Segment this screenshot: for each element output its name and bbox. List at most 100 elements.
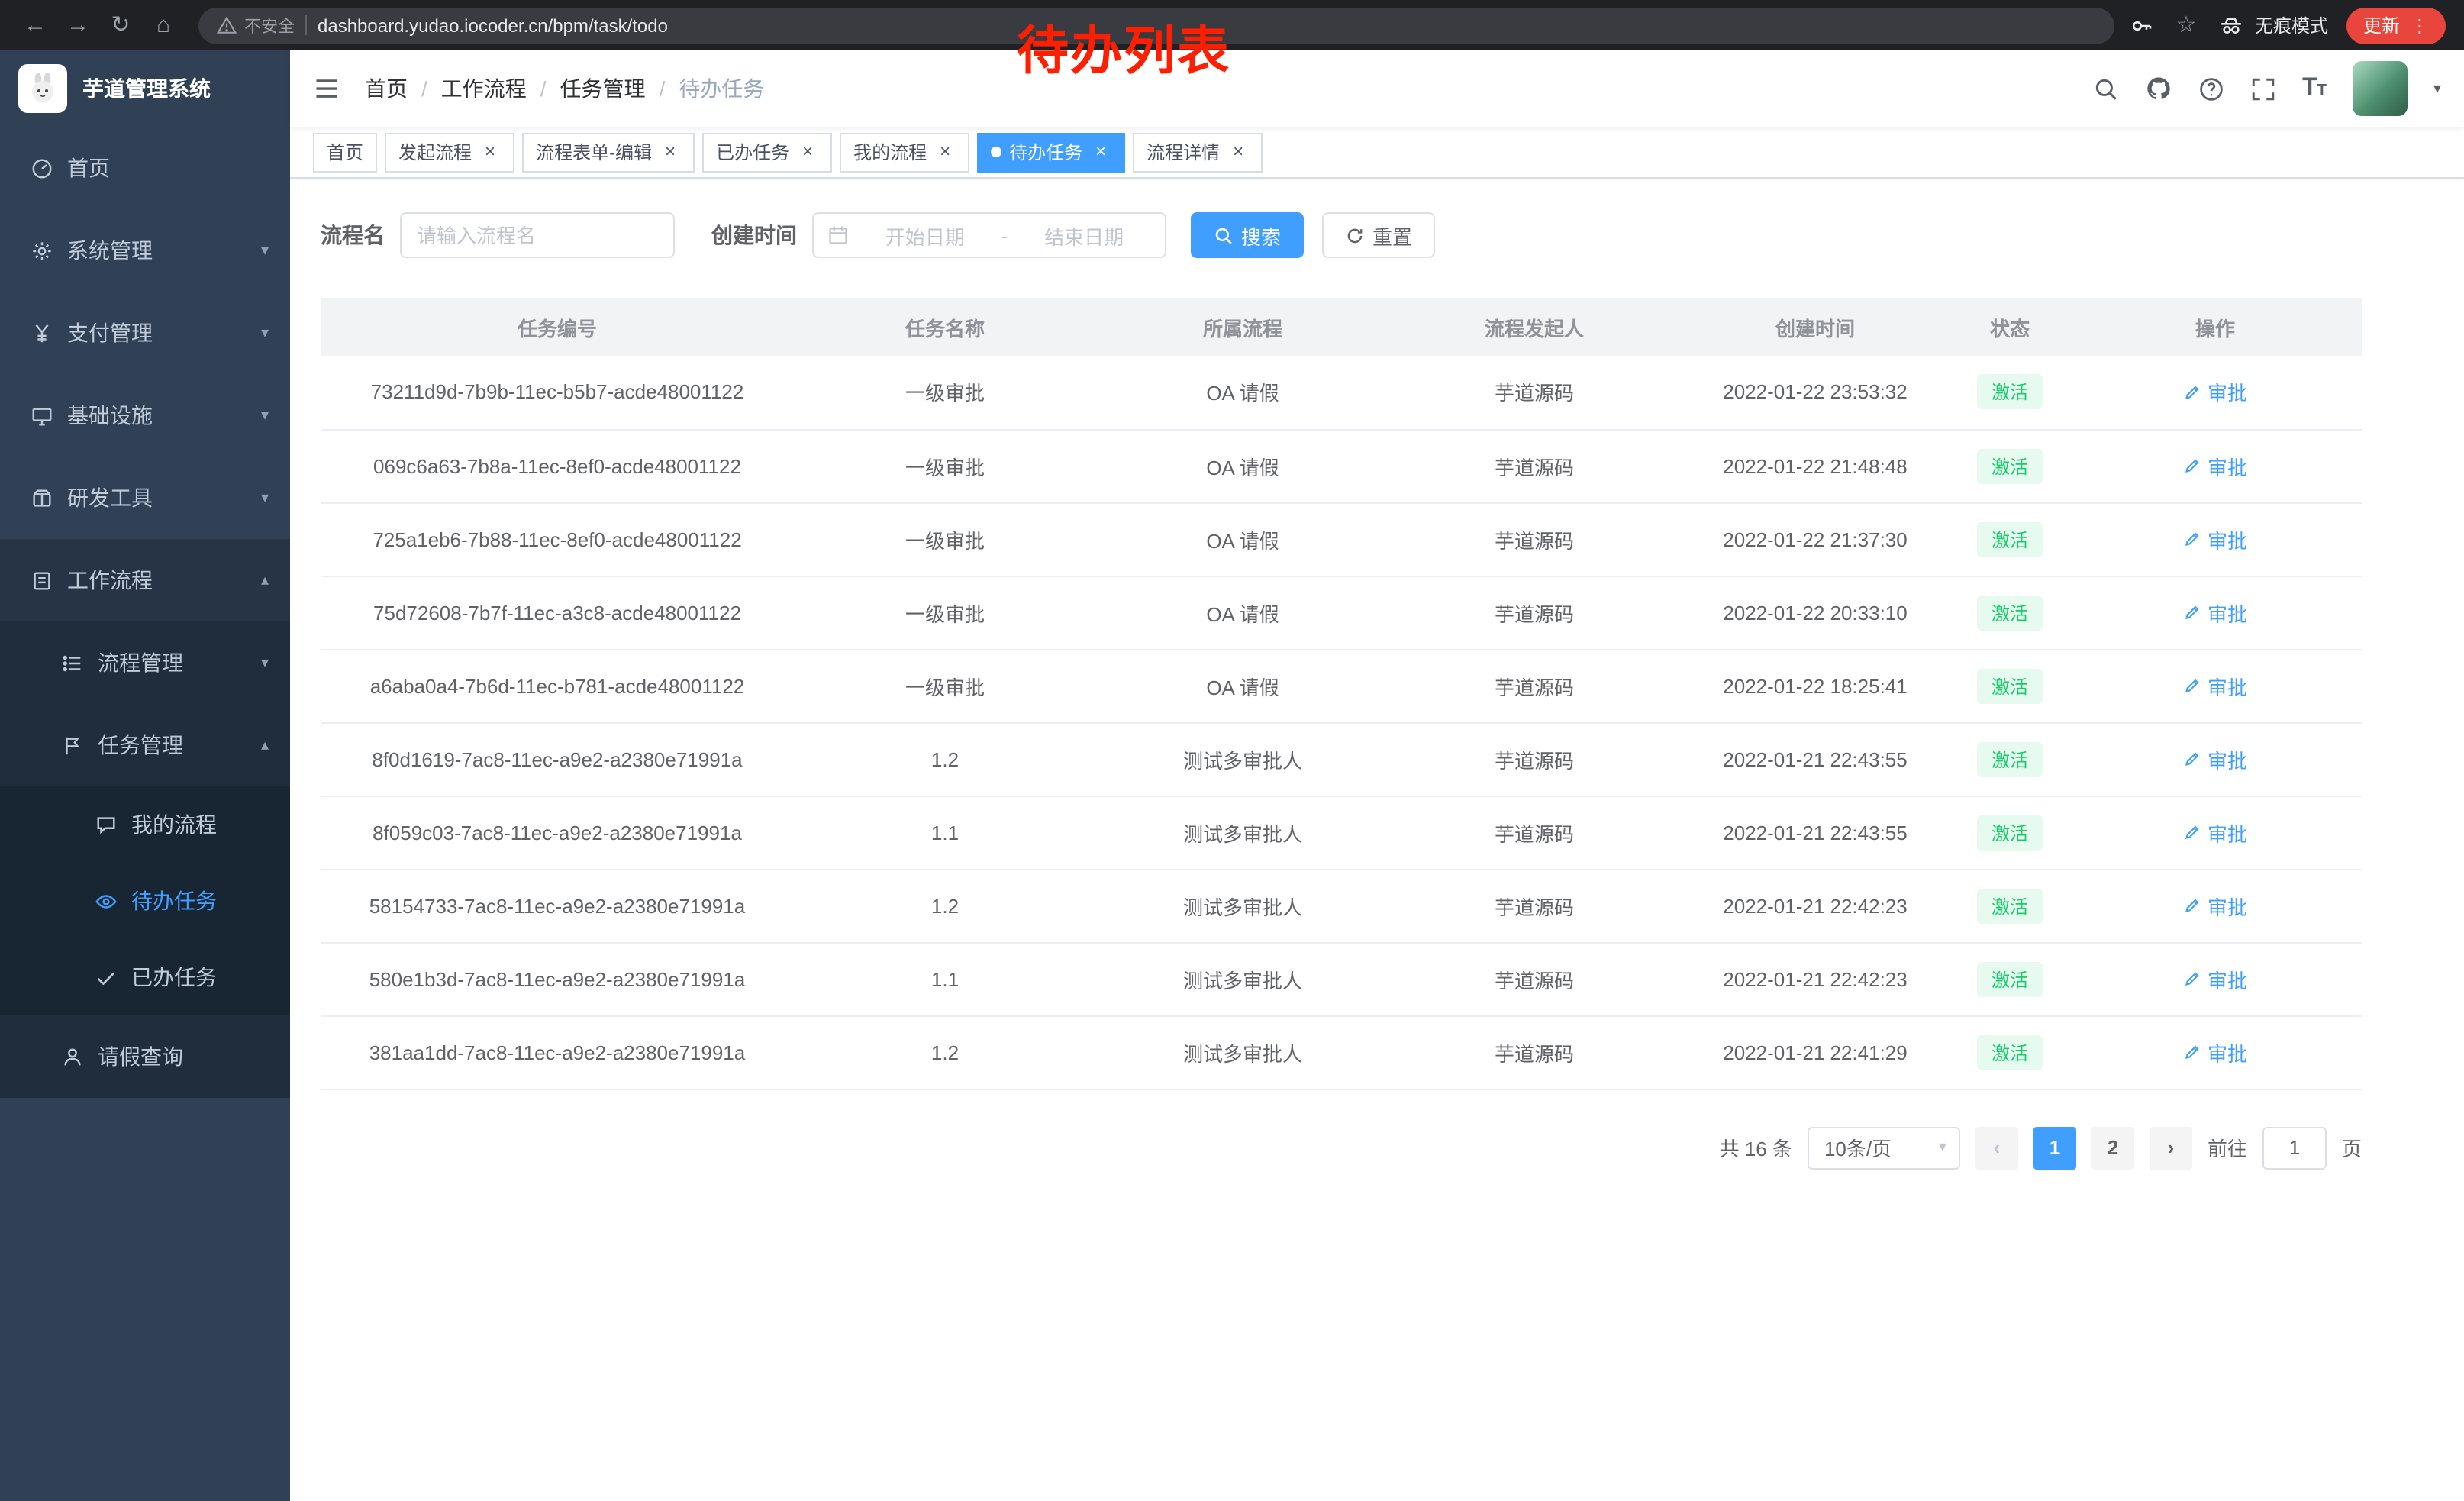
cell-task-name: 1.1 bbox=[794, 942, 1096, 1015]
process-name-input[interactable] bbox=[400, 212, 675, 258]
avatar[interactable] bbox=[2353, 61, 2408, 116]
search-button-label: 搜索 bbox=[1241, 221, 1281, 250]
cell-task-name: 1.2 bbox=[794, 1015, 1096, 1089]
breadcrumb-item[interactable]: 首页 bbox=[365, 73, 408, 104]
page-button-1[interactable]: 1 bbox=[2033, 1126, 2076, 1169]
help-icon[interactable] bbox=[2198, 76, 2224, 102]
sidebar-item-todo-task[interactable]: 待办任务 bbox=[0, 863, 290, 939]
close-icon[interactable]: × bbox=[1227, 141, 1249, 163]
app-logo-row[interactable]: 芋道管理系统 bbox=[0, 50, 290, 127]
tab-process-form-edit[interactable]: 流程表单-编辑 × bbox=[522, 132, 695, 172]
approve-button[interactable]: 审批 bbox=[2183, 818, 2247, 847]
github-icon[interactable] bbox=[2145, 75, 2172, 102]
close-icon[interactable]: × bbox=[660, 141, 681, 163]
tab-todo-task[interactable]: 待办任务 × bbox=[977, 132, 1125, 172]
bookmark-star-icon[interactable]: ☆ bbox=[2172, 5, 2200, 45]
sidebar-item-my-process[interactable]: 我的流程 bbox=[0, 786, 290, 863]
sidebar-item-process-mgmt[interactable]: 流程管理 ▾ bbox=[0, 621, 290, 704]
home-icon[interactable]: ⌂ bbox=[144, 5, 183, 45]
app-title: 芋道管理系统 bbox=[82, 73, 211, 104]
sidebar-toggle-icon[interactable] bbox=[313, 75, 340, 102]
cell-task-id: 73211d9d-7b9b-11ec-b5b7-acde48001122 bbox=[321, 356, 794, 429]
breadcrumb-item[interactable]: 任务管理 bbox=[560, 73, 646, 104]
forward-icon[interactable]: → bbox=[58, 5, 98, 45]
search-icon[interactable] bbox=[2093, 76, 2119, 102]
cell-starter: 芋道源码 bbox=[1389, 576, 1679, 649]
approve-button[interactable]: 审批 bbox=[2183, 1038, 2247, 1067]
approve-button[interactable]: 审批 bbox=[2183, 598, 2247, 627]
sidebar-item-system[interactable]: 系统管理 ▾ bbox=[0, 209, 290, 292]
font-size-large-t: T bbox=[2302, 75, 2317, 101]
sidebar-item-leave-query[interactable]: 请假查询 bbox=[0, 1015, 290, 1098]
approve-button[interactable]: 审批 bbox=[2183, 451, 2247, 480]
sidebar-item-payment[interactable]: 支付管理 ▾ bbox=[0, 292, 290, 374]
incognito-icon bbox=[2218, 12, 2244, 38]
sidebar-item-workflow[interactable]: 工作流程 ▴ bbox=[0, 539, 290, 621]
date-range-picker[interactable]: 开始日期 - 结束日期 bbox=[812, 212, 1166, 258]
table-row: 381aa1dd-7ac8-11ec-a9e2-a2380e71991a 1.2… bbox=[321, 1015, 2362, 1089]
cell-starter: 芋道源码 bbox=[1389, 722, 1679, 796]
cell-starter: 芋道源码 bbox=[1389, 796, 1679, 869]
cell-status: 激活 bbox=[1951, 869, 2069, 942]
next-page-button[interactable]: › bbox=[2150, 1126, 2192, 1169]
back-icon[interactable]: ← bbox=[15, 5, 55, 45]
sidebar-item-devtools[interactable]: 研发工具 ▾ bbox=[0, 457, 290, 539]
sidebar-item-label: 基础设施 bbox=[67, 400, 247, 431]
close-icon[interactable]: × bbox=[479, 141, 501, 163]
toolbar-right: ☆ 无痕模式 更新 ⋮ bbox=[2130, 5, 2449, 45]
sidebar-item-done-task[interactable]: 已办任务 bbox=[0, 939, 290, 1015]
tab-my-process[interactable]: 我的流程 × bbox=[840, 132, 969, 172]
close-icon[interactable]: × bbox=[1090, 141, 1111, 163]
not-secure-indicator[interactable]: 不安全 bbox=[217, 13, 295, 37]
prev-page-button[interactable]: ‹ bbox=[1975, 1126, 2018, 1169]
incognito-label: 无痕模式 bbox=[2255, 12, 2328, 38]
update-label: 更新 bbox=[2363, 12, 2400, 38]
approve-button[interactable]: 审批 bbox=[2183, 964, 2247, 993]
status-badge: 激活 bbox=[1978, 521, 2042, 557]
search-button[interactable]: 搜索 bbox=[1191, 212, 1304, 258]
cell-starter: 芋道源码 bbox=[1389, 869, 1679, 942]
kebab-menu-icon: ⋮ bbox=[2411, 15, 2429, 36]
reload-icon[interactable]: ↻ bbox=[101, 5, 140, 45]
table-row: 580e1b3d-7ac8-11ec-a9e2-a2380e71991a 1.1… bbox=[321, 942, 2362, 1015]
approve-button[interactable]: 审批 bbox=[2183, 891, 2247, 920]
font-size-icon[interactable]: TT bbox=[2302, 75, 2327, 102]
sidebar-item-home[interactable]: 首页 bbox=[0, 127, 290, 209]
tab-label: 流程详情 bbox=[1147, 139, 1220, 165]
gear-icon bbox=[31, 239, 53, 262]
reset-button[interactable]: 重置 bbox=[1322, 212, 1435, 258]
approve-button[interactable]: 审批 bbox=[2183, 671, 2247, 700]
cell-created: 2022-01-22 18:25:41 bbox=[1679, 649, 1951, 722]
approve-button[interactable]: 审批 bbox=[2183, 378, 2247, 407]
page-size-select[interactable]: 10条/页 ▾ bbox=[1808, 1126, 1960, 1169]
close-icon[interactable]: × bbox=[797, 141, 818, 163]
cell-created: 2022-01-22 21:48:48 bbox=[1679, 429, 1951, 502]
omnibox-divider bbox=[305, 15, 307, 35]
edit-icon bbox=[2183, 603, 2201, 621]
tab-label: 已办任务 bbox=[716, 139, 789, 165]
tab-done-task[interactable]: 已办任务 × bbox=[702, 132, 832, 172]
chrome-update-button[interactable]: 更新 ⋮ bbox=[2346, 7, 2446, 44]
navbar-actions: TT ▾ bbox=[2093, 61, 2441, 116]
avatar-caret-icon[interactable]: ▾ bbox=[2433, 80, 2441, 97]
key-icon[interactable] bbox=[2130, 13, 2154, 37]
approve-button[interactable]: 审批 bbox=[2183, 525, 2247, 554]
sidebar-item-task-mgmt[interactable]: 任务管理 ▴ bbox=[0, 704, 290, 786]
cell-status: 激活 bbox=[1951, 576, 2069, 649]
close-icon[interactable]: × bbox=[934, 141, 956, 163]
breadcrumb-item[interactable]: 工作流程 bbox=[441, 73, 527, 104]
fullscreen-icon[interactable] bbox=[2250, 76, 2276, 102]
sidebar-item-infra[interactable]: 基础设施 ▾ bbox=[0, 374, 290, 457]
page-button-2[interactable]: 2 bbox=[2091, 1126, 2134, 1169]
tab-start-process[interactable]: 发起流程 × bbox=[385, 132, 514, 172]
chevron-down-icon: ▾ bbox=[261, 324, 269, 341]
tab-process-detail[interactable]: 流程详情 × bbox=[1133, 132, 1263, 172]
cell-action: 审批 bbox=[2069, 429, 2362, 502]
tab-home[interactable]: 首页 bbox=[313, 132, 377, 172]
cell-task-name: 一级审批 bbox=[794, 502, 1096, 576]
range-separator: - bbox=[1001, 224, 1008, 247]
approve-button-label: 审批 bbox=[2208, 451, 2247, 480]
approve-button[interactable]: 审批 bbox=[2183, 744, 2247, 773]
goto-page-input[interactable] bbox=[2262, 1126, 2327, 1169]
incognito-badge: 无痕模式 bbox=[2218, 12, 2328, 38]
